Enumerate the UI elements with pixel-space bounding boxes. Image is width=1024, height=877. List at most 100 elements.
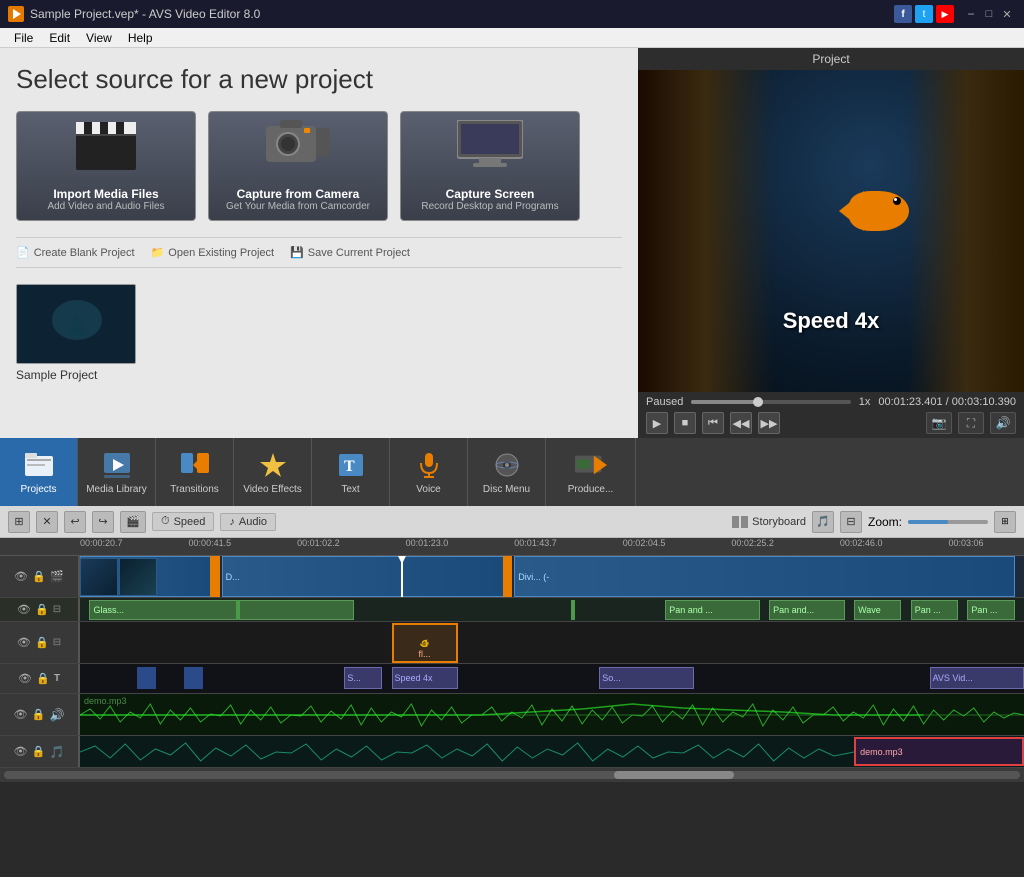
close-button[interactable]: ✕ — [998, 5, 1016, 23]
audio2-waveform — [80, 736, 854, 767]
tool-text[interactable]: T Text — [312, 438, 390, 506]
menu-file[interactable]: File — [6, 29, 41, 47]
grid-toggle[interactable]: ⊞ — [8, 511, 30, 533]
twitter-button[interactable]: t — [915, 5, 933, 23]
overlay-clip-fish[interactable]: 🐠 fl... — [392, 623, 458, 663]
clip-transition-1 — [210, 556, 219, 597]
lock-icon[interactable]: 🔒 — [32, 570, 46, 584]
undo-button[interactable]: ↩ — [64, 511, 86, 533]
fit-button[interactable]: ⊞ — [994, 511, 1016, 533]
video-clip-1[interactable]: D... — [80, 556, 212, 597]
storyboard-toggle[interactable]: Storyboard — [732, 516, 806, 528]
effect-clip-pan4[interactable]: Pan ... — [967, 600, 1014, 620]
eye3-icon[interactable]: 👁 — [17, 636, 31, 650]
effect-clip-glass[interactable]: Glass... — [89, 600, 353, 620]
lock6-icon[interactable]: 🔒 — [32, 745, 46, 759]
video-icon[interactable]: 🎬 — [50, 570, 64, 584]
menu-help[interactable]: Help — [120, 29, 161, 47]
eye-icon[interactable]: 👁 — [14, 570, 28, 584]
video-background: Speed 4x — [638, 70, 1024, 392]
fullscreen-button[interactable]: ⛶ — [958, 412, 984, 434]
import-label: Import Media Files — [17, 187, 195, 201]
view-toggle[interactable]: ⊟ — [840, 511, 862, 533]
scroll-track[interactable] — [4, 771, 1020, 779]
facebook-button[interactable]: f — [894, 5, 912, 23]
capture-camera-button[interactable]: Capture from Camera Get Your Media from … — [208, 111, 388, 221]
maximize-button[interactable]: □ — [980, 5, 998, 23]
tool-projects[interactable]: Projects — [0, 438, 78, 506]
save-current-link[interactable]: 💾 Save Current Project — [290, 246, 410, 259]
menu-view[interactable]: View — [78, 29, 120, 47]
redo-button[interactable]: ↪ — [92, 511, 114, 533]
tool-transitions[interactable]: Transitions — [156, 438, 234, 506]
overlay-track-row: 👁 🔒 ⊟ 🐠 fl... — [0, 622, 1024, 664]
create-blank-label: Create Blank Project — [34, 247, 135, 259]
app-icon — [8, 6, 24, 22]
tool-produce[interactable]: Produce... — [546, 438, 636, 506]
eye6-icon[interactable]: 👁 — [14, 745, 28, 759]
audio-wave-button[interactable]: 🎵 — [812, 511, 834, 533]
effect-clip-pan1[interactable]: Pan and ... — [665, 600, 759, 620]
storyboard-label: Storyboard — [752, 516, 806, 528]
effect-clip-pan3[interactable]: Pan ... — [911, 600, 958, 620]
effect-clip-wave[interactable]: Wave — [854, 600, 901, 620]
effect-clip-pan2[interactable]: Pan and... — [769, 600, 845, 620]
lock5-icon[interactable]: 🔒 — [32, 708, 46, 722]
video-clip-3[interactable]: Divi... (- — [514, 556, 1014, 597]
eye5-icon[interactable]: 👁 — [14, 708, 28, 722]
project-thumbnail[interactable] — [16, 284, 136, 364]
overlay-track-header: 👁 🔒 ⊟ — [0, 622, 80, 663]
fish-eye — [893, 197, 901, 205]
text-track-header: 👁 🔒 T — [0, 664, 80, 693]
zoom-slider[interactable] — [908, 520, 988, 524]
skip-start-button[interactable]: ⏮ — [702, 412, 724, 434]
capture-screen-button[interactable]: Capture Screen Record Desktop and Progra… — [400, 111, 580, 221]
effects-track-header: 👁 🔒 ⊟ — [0, 598, 80, 621]
text-clip-speed4x[interactable]: Speed 4x — [392, 667, 458, 689]
rewind-button[interactable]: ◀◀ — [730, 412, 752, 434]
video-clip-2[interactable]: D... — [222, 556, 505, 597]
razor-tool[interactable]: 🎬 — [120, 511, 146, 533]
timeline-scrollbar[interactable] — [0, 768, 1024, 782]
ruler-marks: 00:00:20.7 00:00:41.5 00:01:02.2 00:01:2… — [80, 538, 1024, 556]
youtube-button[interactable]: ▶ — [936, 5, 954, 23]
waveform-svg — [80, 694, 1024, 735]
volume-button[interactable]: 🔊 — [990, 412, 1016, 434]
stop-button[interactable]: ■ — [674, 412, 696, 434]
fast-forward-button[interactable]: ▶▶ — [758, 412, 780, 434]
clip-transition-2 — [503, 556, 512, 597]
social-buttons: f t ▶ — [894, 5, 954, 23]
create-blank-link[interactable]: 📄 Create Blank Project — [16, 246, 135, 259]
audio2-clip[interactable]: demo.mp3 — [854, 737, 1024, 766]
camera-icon — [266, 120, 330, 173]
lock4-icon[interactable]: 🔒 — [36, 672, 50, 686]
eye4-icon[interactable]: 👁 — [18, 672, 32, 686]
tool-voice[interactable]: Voice — [390, 438, 468, 506]
playback-bar: Paused 1x 00:01:23.401 / 00:03:10.390 ▶ … — [638, 392, 1024, 438]
text-clip-so[interactable]: So... — [599, 667, 693, 689]
text-clip-s[interactable]: S... — [344, 667, 382, 689]
text-clip-avs[interactable]: AVS Vid... — [930, 667, 1024, 689]
minimize-button[interactable]: − — [962, 5, 980, 23]
effects-track-row: 👁 🔒 ⊟ Glass... Pan and ... Pan and... Wa… — [0, 598, 1024, 622]
audio-button[interactable]: ♪ Audio — [220, 513, 276, 531]
undo-timeline[interactable]: ✕ — [36, 511, 58, 533]
voice-icon — [413, 449, 445, 481]
eye2-icon[interactable]: 👁 — [17, 603, 31, 617]
save-current-icon: 💾 — [290, 246, 304, 259]
progress-bar[interactable] — [691, 400, 850, 404]
snapshot-button[interactable]: 📷 — [926, 412, 952, 434]
speed-button[interactable]: ⏱ Speed — [152, 512, 214, 531]
disc-menu-label: Disc Menu — [483, 484, 530, 496]
import-media-button[interactable]: Import Media Files Add Video and Audio F… — [16, 111, 196, 221]
scroll-thumb[interactable] — [614, 771, 734, 779]
play-button[interactable]: ▶ — [646, 412, 668, 434]
open-existing-link[interactable]: 📁 Open Existing Project — [151, 246, 274, 259]
tool-media-library[interactable]: Media Library — [78, 438, 156, 506]
lock2-icon[interactable]: 🔒 — [35, 603, 49, 617]
menu-edit[interactable]: Edit — [41, 29, 78, 47]
transitions-icon — [179, 449, 211, 481]
tool-disc-menu[interactable]: Disc Menu — [468, 438, 546, 506]
tool-video-effects[interactable]: Video Effects — [234, 438, 312, 506]
lock3-icon[interactable]: 🔒 — [35, 636, 49, 650]
